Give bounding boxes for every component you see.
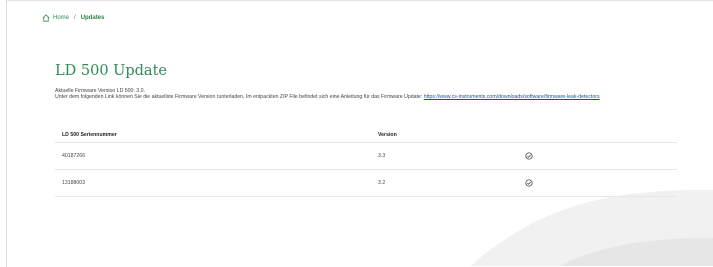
home-icon[interactable] — [42, 14, 50, 22]
breadcrumb: Home / Updates — [42, 14, 104, 22]
breadcrumb-separator: / — [74, 15, 76, 21]
download-instructions: Unter dem folgenden Link können Sie die … — [55, 94, 655, 100]
breadcrumb-current: Updates — [80, 15, 105, 21]
check-circle-icon — [525, 152, 533, 160]
status-cell — [525, 152, 533, 160]
table-row: 40187266 3.3 — [55, 143, 677, 170]
serial-number-cell: 13188003 — [62, 180, 86, 186]
column-header-version: Version — [378, 132, 397, 138]
version-cell: 3.3 — [378, 153, 386, 159]
table-header-row: LD 500 Seriennummer Version — [55, 128, 677, 143]
breadcrumb-home-link[interactable]: Home — [53, 15, 69, 21]
version-cell: 3.2 — [378, 180, 386, 186]
status-cell — [525, 179, 533, 187]
serial-number-cell: 40187266 — [62, 153, 86, 159]
intro-text: Aktuelle Firmware Version LD 500: 3.0. U… — [55, 88, 655, 101]
download-instructions-text: Unter dem folgenden Link können Sie die … — [55, 94, 424, 101]
check-circle-icon — [525, 179, 533, 187]
column-header-serial: LD 500 Seriennummer — [62, 132, 117, 138]
devices-table: LD 500 Seriennummer Version 40187266 3.3… — [55, 128, 677, 197]
firmware-download-link[interactable]: https://www.cs-instruments.com/downloads… — [424, 94, 600, 100]
table-row: 13188003 3.2 — [55, 170, 677, 197]
page-title: LD 500 Update — [55, 63, 167, 79]
